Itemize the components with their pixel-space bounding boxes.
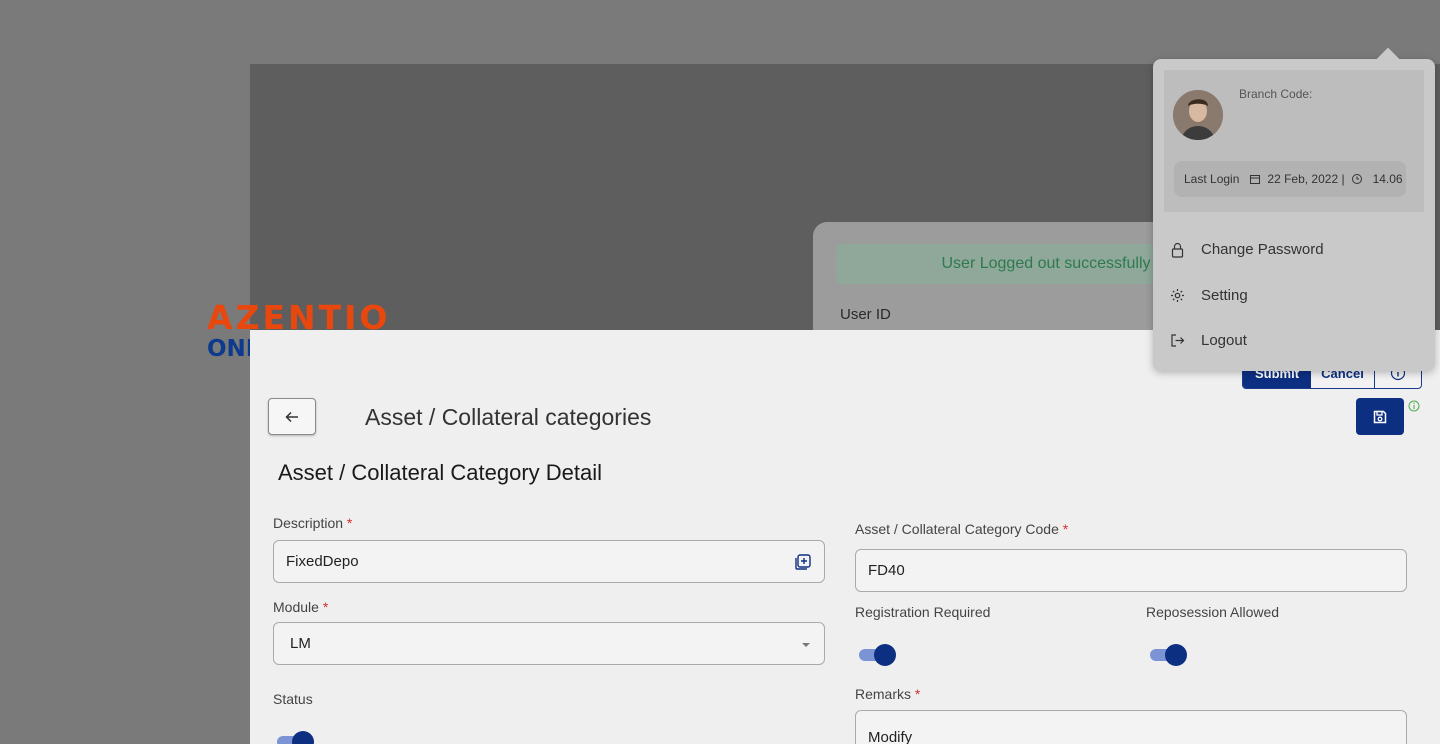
remarks-label: Remarks * <box>855 686 921 702</box>
category-code-field[interactable]: FD40 <box>855 549 1407 592</box>
gear-icon <box>1171 289 1184 302</box>
branch-code-label: Branch Code: <box>1239 87 1313 101</box>
registration-required-label: Registration Required <box>855 604 991 620</box>
caret-down-icon <box>802 642 810 647</box>
last-login: Last Login 22 Feb, 2022 | 14.06 <box>1174 161 1406 197</box>
registration-required-toggle[interactable] <box>857 644 897 666</box>
translate-icon[interactable] <box>794 553 812 571</box>
profile-box: Branch Code: Last Login 22 Feb, 2022 | 1… <box>1164 70 1424 212</box>
logout-icon <box>1171 334 1185 347</box>
status-toggle[interactable] <box>275 731 315 744</box>
module-value: LM <box>290 635 311 652</box>
category-code-value: FD40 <box>868 562 905 579</box>
last-login-label: Last Login <box>1184 172 1240 186</box>
section-title: Asset / Collateral Category Detail <box>278 460 603 485</box>
description-field[interactable]: FixedDepo <box>273 540 825 583</box>
main-panel: Submit Cancel Asset / Collateral categor… <box>250 330 1440 744</box>
category-code-label: Asset / Collateral Category Code * <box>855 521 1069 537</box>
save-icon <box>1373 410 1387 423</box>
menu-item-label: Logout <box>1201 332 1247 349</box>
module-select[interactable]: LM <box>273 622 825 665</box>
back-button[interactable] <box>268 398 316 435</box>
last-login-date: 22 Feb, 2022 | <box>1267 172 1345 186</box>
info-icon[interactable] <box>1408 400 1420 415</box>
description-label: Description * <box>273 515 353 531</box>
calendar-icon <box>1250 175 1261 184</box>
menu-item-setting[interactable]: Setting <box>1170 287 1248 304</box>
remarks-value: Modify <box>868 729 913 744</box>
reposession-allowed-toggle[interactable] <box>1148 644 1188 666</box>
arrow-left-icon <box>285 411 298 422</box>
user-id-label: User ID <box>840 306 891 323</box>
lock-icon <box>1171 242 1184 258</box>
page-title: Asset / Collateral categories <box>365 404 652 430</box>
clock-icon <box>1351 174 1362 184</box>
last-login-time: 14.06 <box>1372 172 1403 186</box>
menu-item-label: Setting <box>1201 287 1248 304</box>
user-menu-dropdown: Branch Code: Last Login 22 Feb, 2022 | 1… <box>1153 47 1435 371</box>
menu-item-label: Change Password <box>1201 241 1324 258</box>
avatar <box>1173 90 1223 140</box>
menu-item-change-password[interactable]: Change Password <box>1170 241 1324 258</box>
save-button[interactable] <box>1356 398 1404 435</box>
description-value: FixedDepo <box>286 553 359 570</box>
remarks-field[interactable]: Modify <box>855 710 1407 744</box>
module-label: Module * <box>273 599 329 615</box>
menu-item-logout[interactable]: Logout <box>1170 332 1247 349</box>
status-label: Status <box>273 691 313 707</box>
reposession-allowed-label: Reposession Allowed <box>1146 604 1280 620</box>
